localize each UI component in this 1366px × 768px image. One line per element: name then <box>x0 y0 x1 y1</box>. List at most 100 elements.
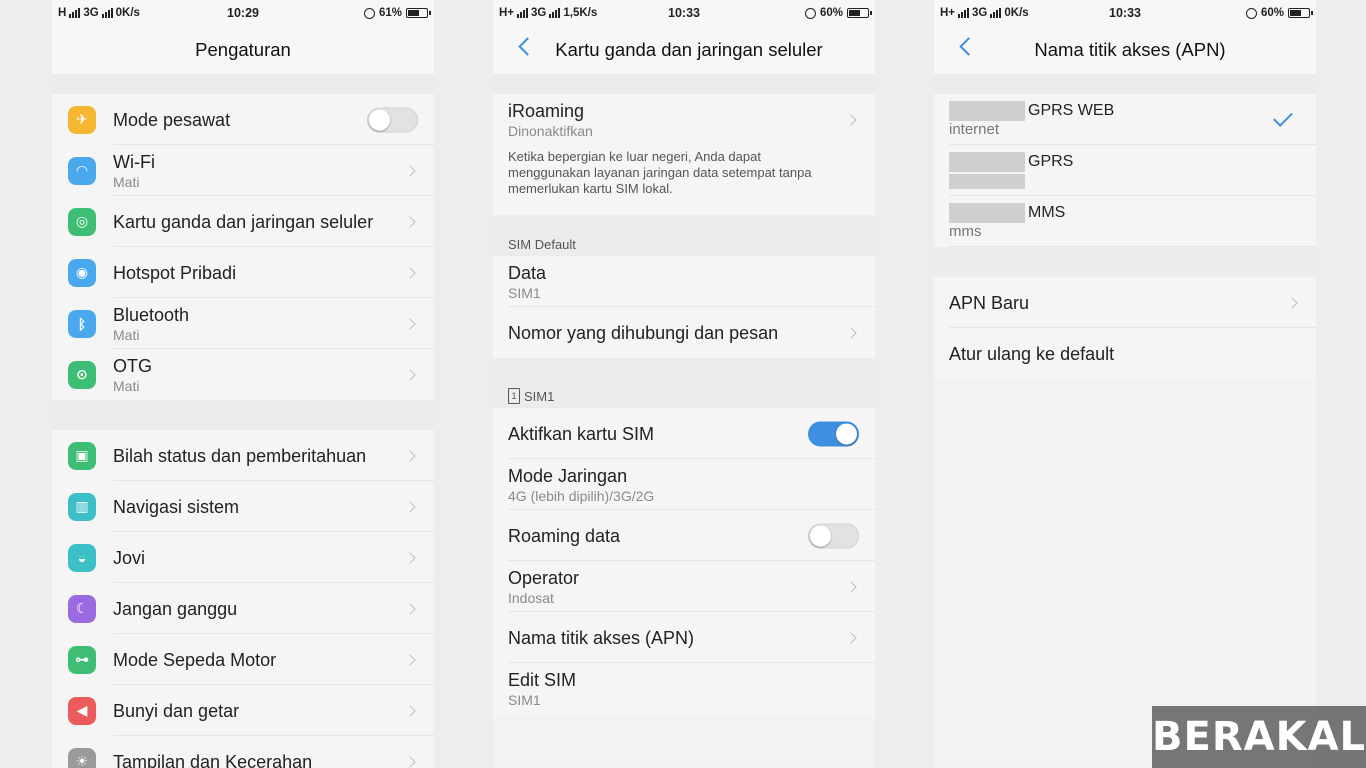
row-title: Tampilan dan Kecerahan <box>113 751 313 768</box>
row-title: Nomor yang dihubungi dan pesan <box>508 322 779 343</box>
display-icon: ☀ <box>68 747 96 768</box>
row-navigasi-sistem[interactable]: ▥ Navigasi sistem <box>52 481 434 532</box>
redaction-block <box>949 152 1025 172</box>
settings-group-connectivity: ✈ Mode pesawat ◠ Wi-Fi Mati ◎ Kartu ganda dan … <box>52 94 434 400</box>
row-operator[interactable]: Operator Indosat <box>493 561 875 612</box>
status-bar: H 3G 0K/s 10:29 61% <box>52 0 434 26</box>
row-title: OTG <box>113 355 152 376</box>
settings-screen: H 3G 0K/s 10:29 61% Pengaturan ✈ Mode pes… <box>52 0 434 768</box>
clock: 10:33 <box>1109 6 1141 20</box>
row-roaming-data[interactable]: Roaming data <box>493 510 875 561</box>
apn-item[interactable]: GPRS WEB internet <box>934 94 1316 145</box>
row-title: Hotspot Pribadi <box>113 262 237 283</box>
apn-type: mms <box>949 223 982 240</box>
row-title: APN Baru <box>949 292 1030 313</box>
row-title: Jangan ganggu <box>113 598 238 619</box>
row-kartu-ganda-dan-jaringan-seluler[interactable]: ◎ Kartu ganda dan jaringan seluler <box>52 196 434 247</box>
alarm-icon <box>804 7 816 19</box>
row-tampilan-dan-kecerahan[interactable]: ☀ Tampilan dan Kecerahan <box>52 736 434 768</box>
row-subtitle: Mati <box>113 173 140 190</box>
motorcycle-icon: ⊶ <box>68 645 96 674</box>
apn-item[interactable]: GPRS <box>934 145 1316 196</box>
row-otg[interactable]: ⊙ OTG Mati <box>52 349 434 400</box>
row-bluetooth[interactable]: ᛒ Bluetooth Mati <box>52 298 434 349</box>
toggle-switch[interactable] <box>808 523 859 548</box>
section-label-text: SIM Default <box>508 237 576 252</box>
apn-list: GPRS WEB internet GPRS MMS mms <box>934 94 1316 247</box>
network-type-2: 3G <box>972 7 988 19</box>
row-mode-jaringan[interactable]: Mode Jaringan 4G (lebih dipilih)/3G/2G <box>493 459 875 510</box>
toggle-switch[interactable] <box>808 421 859 446</box>
page-title: Kartu ganda dan jaringan seluler <box>493 26 875 74</box>
row-wi-fi[interactable]: ◠ Wi-Fi Mati <box>52 145 434 196</box>
section-gap <box>52 74 434 94</box>
battery-icon <box>847 8 872 18</box>
apn-name: MMS <box>1028 204 1066 221</box>
network-type-2: 3G <box>83 7 99 19</box>
row-mode-sepeda-motor[interactable]: ⊶ Mode Sepeda Motor <box>52 634 434 685</box>
back-arrow-icon[interactable] <box>518 37 537 56</box>
row-atur-ulang-ke-default[interactable]: Atur ulang ke default <box>934 328 1316 379</box>
row-title: Navigasi sistem <box>113 496 240 517</box>
data-speed: 0K/s <box>1004 7 1029 19</box>
back-arrow-icon[interactable] <box>959 37 978 56</box>
apn-name-line: GPRS WEB <box>949 101 1316 121</box>
clock: 10:33 <box>668 6 700 20</box>
row-subtitle: 4G (lebih dipilih)/3G/2G <box>508 487 655 504</box>
row-nama-titik-akses-apn[interactable]: Nama titik akses (APN) <box>493 612 875 663</box>
iroaming-row[interactable]: iRoaming Dinonaktifkan <box>493 94 875 145</box>
row-title: Mode Sepeda Motor <box>113 649 277 670</box>
row-subtitle: Dinonaktifkan <box>508 122 593 139</box>
row-apn-baru[interactable]: APN Baru <box>934 277 1316 328</box>
apn-name: GPRS <box>1028 153 1074 170</box>
apn-item[interactable]: MMS mms <box>934 196 1316 247</box>
row-bunyi-dan-getar[interactable]: ◀ Bunyi dan getar <box>52 685 434 736</box>
signal-icon <box>69 8 81 18</box>
section-gap <box>934 74 1316 94</box>
status-bar-icon: ▣ <box>68 441 96 470</box>
row-hotspot-pribadi[interactable]: ◉ Hotspot Pribadi <box>52 247 434 298</box>
network-type: H+ <box>940 7 956 19</box>
redaction-block <box>949 101 1025 121</box>
sim-card-icon: 1 <box>508 388 520 404</box>
data-speed: 0K/s <box>115 7 140 19</box>
status-bar: H+ 3G 0K/s 10:33 60% <box>934 0 1316 26</box>
signal-icon <box>517 8 529 18</box>
row-title: Bluetooth <box>113 304 190 325</box>
row-title: Nama titik akses (APN) <box>508 627 695 648</box>
page-title-text: Pengaturan <box>195 39 291 60</box>
data-speed: 1,5K/s <box>563 7 598 19</box>
sim-default-group: Data SIM1 Nomor yang dihubungi dan pesan <box>493 256 875 358</box>
row-title: Data <box>508 262 547 283</box>
row-bilah-status-dan-pemberitahuan[interactable]: ▣ Bilah status dan pemberitahuan <box>52 430 434 481</box>
row-edit-sim[interactable]: Edit SIM SIM1 <box>493 663 875 714</box>
row-subtitle: SIM1 <box>508 691 541 708</box>
bluetooth-icon: ᛒ <box>68 309 96 338</box>
apn-name-line: MMS <box>949 203 1316 223</box>
iroaming-description: Ketika bepergian ke luar negeri, Anda da… <box>493 145 875 215</box>
page-title: Pengaturan <box>52 26 434 74</box>
alarm-icon <box>363 7 375 19</box>
row-title: iRoaming <box>508 100 585 121</box>
section-gap <box>52 400 434 430</box>
row-jovi[interactable]: ◒ Jovi <box>52 532 434 583</box>
globe-icon: ◎ <box>68 207 96 236</box>
row-mode-pesawat[interactable]: ✈ Mode pesawat <box>52 94 434 145</box>
airplane-icon: ✈ <box>68 105 96 134</box>
row-title: Edit SIM <box>508 669 577 690</box>
toggle-knob <box>369 109 390 130</box>
battery-percent: 61% <box>378 7 402 19</box>
signal-icon <box>958 8 970 18</box>
row-nomor-yang-dihubungi-dan-pesan[interactable]: Nomor yang dihubungi dan pesan <box>493 307 875 358</box>
row-title: Bunyi dan getar <box>113 700 240 721</box>
row-aktifkan-kartu-sim[interactable]: Aktifkan kartu SIM <box>493 408 875 459</box>
row-data[interactable]: Data SIM1 <box>493 256 875 307</box>
row-jangan-ganggu[interactable]: ☾ Jangan ganggu <box>52 583 434 634</box>
page-title-text: Kartu ganda dan jaringan seluler <box>555 39 823 60</box>
section-label-text: SIM1 <box>524 388 555 404</box>
signal-icon-2 <box>101 8 113 18</box>
toggle-knob <box>836 423 857 444</box>
network-type: H <box>58 7 67 19</box>
toggle-switch[interactable] <box>367 107 418 132</box>
page-title: Nama titik akses (APN) <box>934 26 1316 74</box>
